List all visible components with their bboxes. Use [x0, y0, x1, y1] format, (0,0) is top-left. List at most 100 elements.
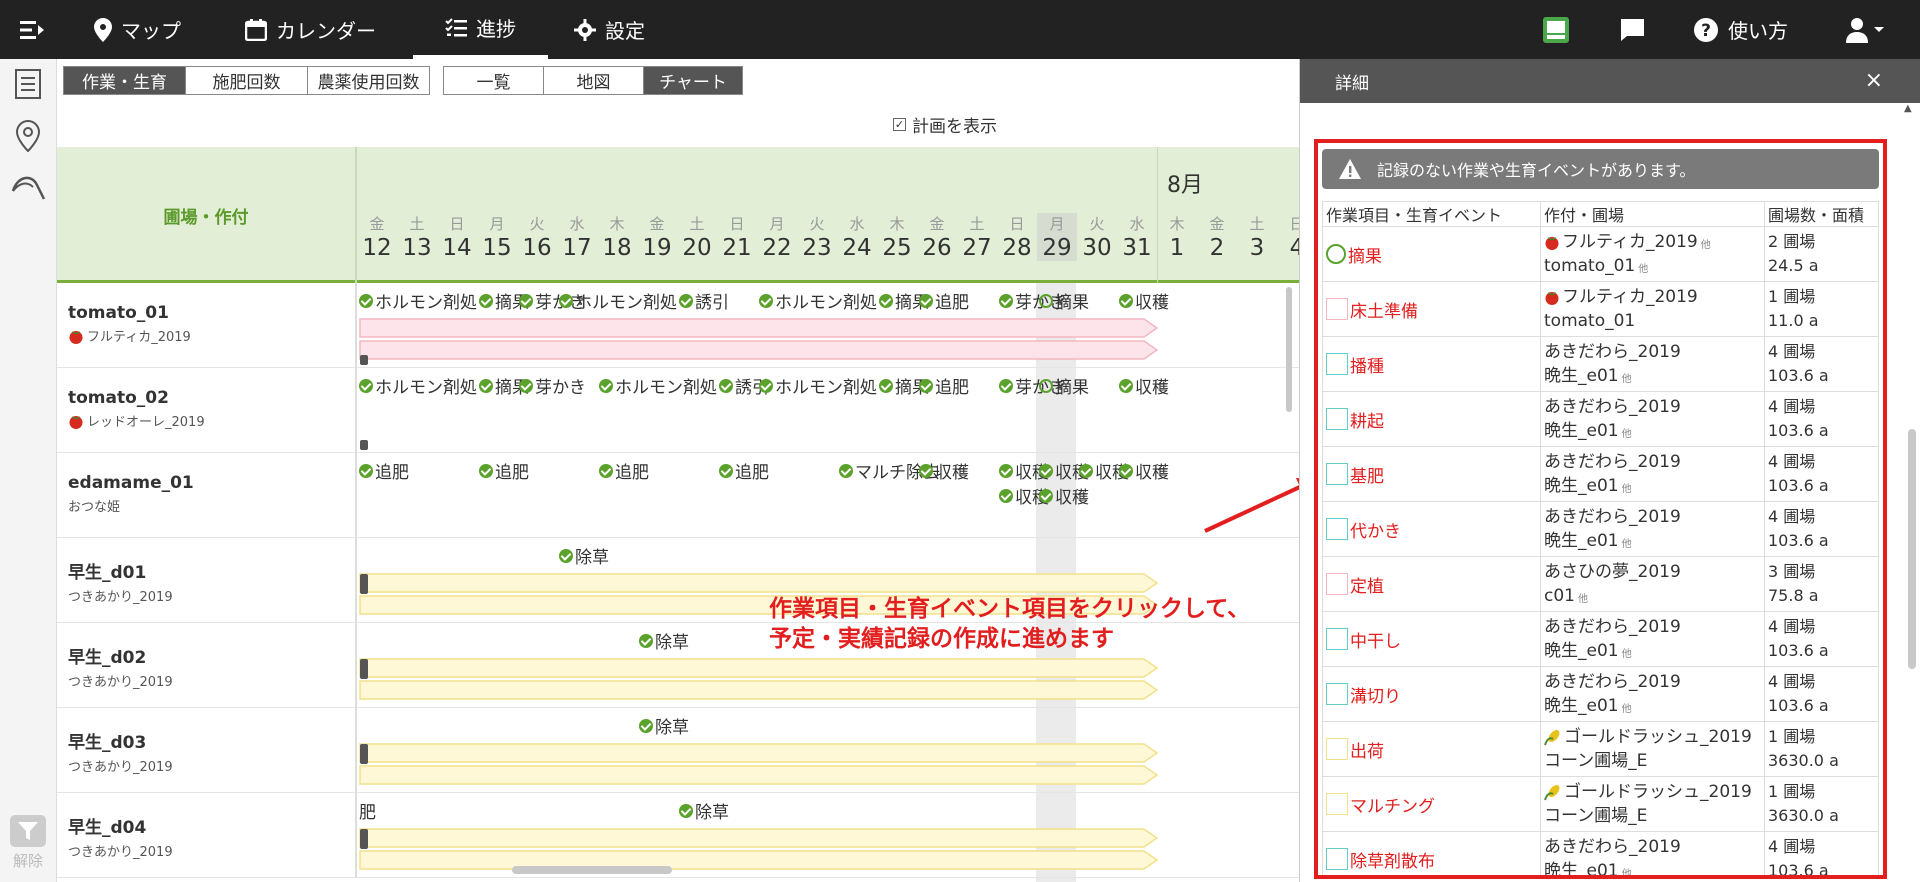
event-row[interactable]: 耕起 あきだわら_2019 晩生_e01 他 4 圃場 103.6 a: [1322, 391, 1879, 447]
event-color-marker: [1326, 848, 1348, 870]
event-cell[interactable]: 中干し: [1322, 611, 1541, 667]
event-item[interactable]: 代かき: [1326, 517, 1537, 542]
crop-line: あきだわら_2019: [1544, 672, 1681, 692]
corn-icon: [1544, 730, 1560, 746]
event-row[interactable]: 代かき あきだわら_2019 晩生_e01 他 4 圃場 103.6 a: [1322, 501, 1879, 557]
event-row[interactable]: 溝切り あきだわら_2019 晩生_e01 他 4 圃場 103.6 a: [1322, 666, 1879, 722]
count-area-cell: 4 圃場 103.6 a: [1764, 666, 1879, 722]
event-color-marker: [1326, 353, 1348, 375]
area: 103.6 a: [1768, 421, 1829, 440]
event-item[interactable]: 溝切り: [1326, 682, 1537, 707]
count-area-cell: 1 圃場 3630.0 a: [1764, 721, 1879, 777]
area: 11.0 a: [1768, 311, 1819, 330]
event-row[interactable]: 定植 あさひの夢_2019 c01 他 3 圃場 75.8 a: [1322, 556, 1879, 612]
field-line: tomato_01 他: [1544, 254, 1761, 278]
count-area-cell: 4 圃場 103.6 a: [1764, 501, 1879, 557]
other-mark: 他: [1621, 429, 1632, 440]
event-item[interactable]: 耕起: [1326, 407, 1537, 432]
count-area-cell: 1 圃場 3630.0 a: [1764, 776, 1879, 832]
field-count: 4 圃場: [1768, 617, 1816, 636]
event-item[interactable]: 定植: [1326, 572, 1537, 597]
field-line: コーン圃場_E: [1544, 751, 1648, 771]
other-mark: 他: [1621, 374, 1632, 385]
area: 3630.0 a: [1768, 806, 1839, 825]
event-row[interactable]: 基肥 あきだわら_2019 晩生_e01 他 4 圃場 103.6 a: [1322, 446, 1879, 502]
unrecorded-events-box: 記録のない作業や生育イベントがあります。 作業項目・生育イベント 作付・圃場 圃…: [1314, 139, 1887, 879]
scroll-up-arrow[interactable]: ▲: [1904, 103, 1912, 114]
event-item[interactable]: 出荷: [1326, 737, 1537, 762]
crop-field-cell: ゴールドラッシュ_2019 コーン圃場_E: [1540, 776, 1765, 832]
field-count: 4 圃場: [1768, 397, 1816, 416]
tomato-icon: [1545, 292, 1559, 305]
event-color-marker: [1326, 738, 1348, 760]
other-mark: 他: [1621, 704, 1632, 715]
field-line: コーン圃場_E: [1544, 806, 1648, 826]
warning-icon: [1339, 159, 1361, 179]
table-header-row: 作業項目・生育イベント 作付・圃場 圃場数・面積: [1322, 201, 1879, 227]
count-area-cell: 4 圃場 103.6 a: [1764, 391, 1879, 447]
event-row[interactable]: 播種 あきだわら_2019 晩生_e01 他 4 圃場 103.6 a: [1322, 336, 1879, 392]
detail-panel: 詳細 × ▲ 記録のない作業や生育イベントがあります。 作業項目・生育イベント …: [1299, 59, 1920, 882]
event-row[interactable]: 中干し あきだわら_2019 晩生_e01 他 4 圃場 103.6 a: [1322, 611, 1879, 667]
event-cell[interactable]: 除草剤散布: [1322, 831, 1541, 875]
event-item[interactable]: 播種: [1326, 352, 1537, 377]
crop-line: あきだわら_2019: [1544, 617, 1681, 637]
event-cell[interactable]: 代かき: [1322, 501, 1541, 557]
field-count: 2 圃場: [1768, 232, 1816, 251]
field-count: 4 圃場: [1768, 342, 1816, 361]
event-cell[interactable]: 床土準備: [1322, 281, 1541, 337]
tomato-icon: [1545, 237, 1559, 250]
event-cell[interactable]: マルチング: [1322, 776, 1541, 832]
detail-header: 詳細 ×: [1300, 59, 1920, 103]
event-cell[interactable]: 出荷: [1322, 721, 1541, 777]
event-cell[interactable]: 播種: [1322, 336, 1541, 392]
area: 3630.0 a: [1768, 751, 1839, 770]
event-item[interactable]: 基肥: [1326, 462, 1537, 487]
crop-field-cell: あきだわら_2019 晩生_e01 他: [1540, 391, 1765, 447]
field-line: 晩生_e01 他: [1544, 859, 1761, 875]
count-area-cell: 4 圃場 103.6 a: [1764, 611, 1879, 667]
event-row[interactable]: マルチング ゴールドラッシュ_2019 コーン圃場_E 1 圃場 3630.0 a: [1322, 776, 1879, 832]
event-item[interactable]: 中干し: [1326, 627, 1537, 652]
close-icon[interactable]: ×: [1865, 69, 1883, 93]
col-crop-field: 作付・圃場: [1540, 201, 1765, 227]
event-item[interactable]: 摘果: [1326, 242, 1537, 267]
crop-field-cell: あきだわら_2019 晩生_e01 他: [1540, 446, 1765, 502]
event-row[interactable]: 出荷 ゴールドラッシュ_2019 コーン圃場_E 1 圃場 3630.0 a: [1322, 721, 1879, 777]
crop-line: あきだわら_2019: [1544, 507, 1681, 527]
detail-scrollbar[interactable]: [1908, 429, 1916, 669]
event-cell[interactable]: 耕起: [1322, 391, 1541, 447]
field-count: 4 圃場: [1768, 672, 1816, 691]
field-count: 3 圃場: [1768, 562, 1816, 581]
field-line: tomato_01: [1544, 311, 1636, 331]
event-cell[interactable]: 溝切り: [1322, 666, 1541, 722]
event-color-marker: [1326, 793, 1348, 815]
field-count: 4 圃場: [1768, 452, 1816, 471]
crop-line: あきだわら_2019: [1544, 452, 1681, 472]
event-item[interactable]: マルチング: [1326, 792, 1537, 817]
crop-line: あきだわら_2019: [1544, 397, 1681, 417]
event-item[interactable]: 除草剤散布: [1326, 847, 1537, 872]
event-row[interactable]: 除草剤散布 あきだわら_2019 晩生_e01 他 4 圃場 103.6 a: [1322, 831, 1879, 875]
field-count: 4 圃場: [1768, 507, 1816, 526]
warning-text: 記録のない作業や生育イベントがあります。: [1377, 161, 1696, 180]
field-line: 晩生_e01 他: [1544, 639, 1761, 663]
crop-line: あきだわら_2019: [1544, 837, 1681, 857]
event-color-marker: [1326, 244, 1346, 264]
area: 24.5 a: [1768, 256, 1819, 275]
area: 103.6 a: [1768, 531, 1829, 550]
event-row[interactable]: 床土準備 フルティカ_2019 tomato_01 1 圃場 11.0 a: [1322, 281, 1879, 337]
field-line: 晩生_e01 他: [1544, 474, 1761, 498]
other-mark: 他: [1638, 264, 1649, 275]
event-color-marker: [1326, 298, 1348, 320]
event-cell[interactable]: 基肥: [1322, 446, 1541, 502]
event-cell[interactable]: 定植: [1322, 556, 1541, 612]
crop-field-cell: あきだわら_2019 晩生_e01 他: [1540, 611, 1765, 667]
event-row[interactable]: 摘果 フルティカ_2019 他 tomato_01 他 2 圃場 24.5 a: [1322, 226, 1879, 282]
event-cell[interactable]: 摘果: [1322, 226, 1541, 282]
event-item[interactable]: 床土準備: [1326, 297, 1537, 322]
events-table: 作業項目・生育イベント 作付・圃場 圃場数・面積 摘果 フルティカ_2019 他 to…: [1322, 201, 1879, 875]
area: 103.6 a: [1768, 476, 1829, 495]
corn-icon: [1544, 785, 1560, 801]
field-line: 晩生_e01 他: [1544, 694, 1761, 718]
